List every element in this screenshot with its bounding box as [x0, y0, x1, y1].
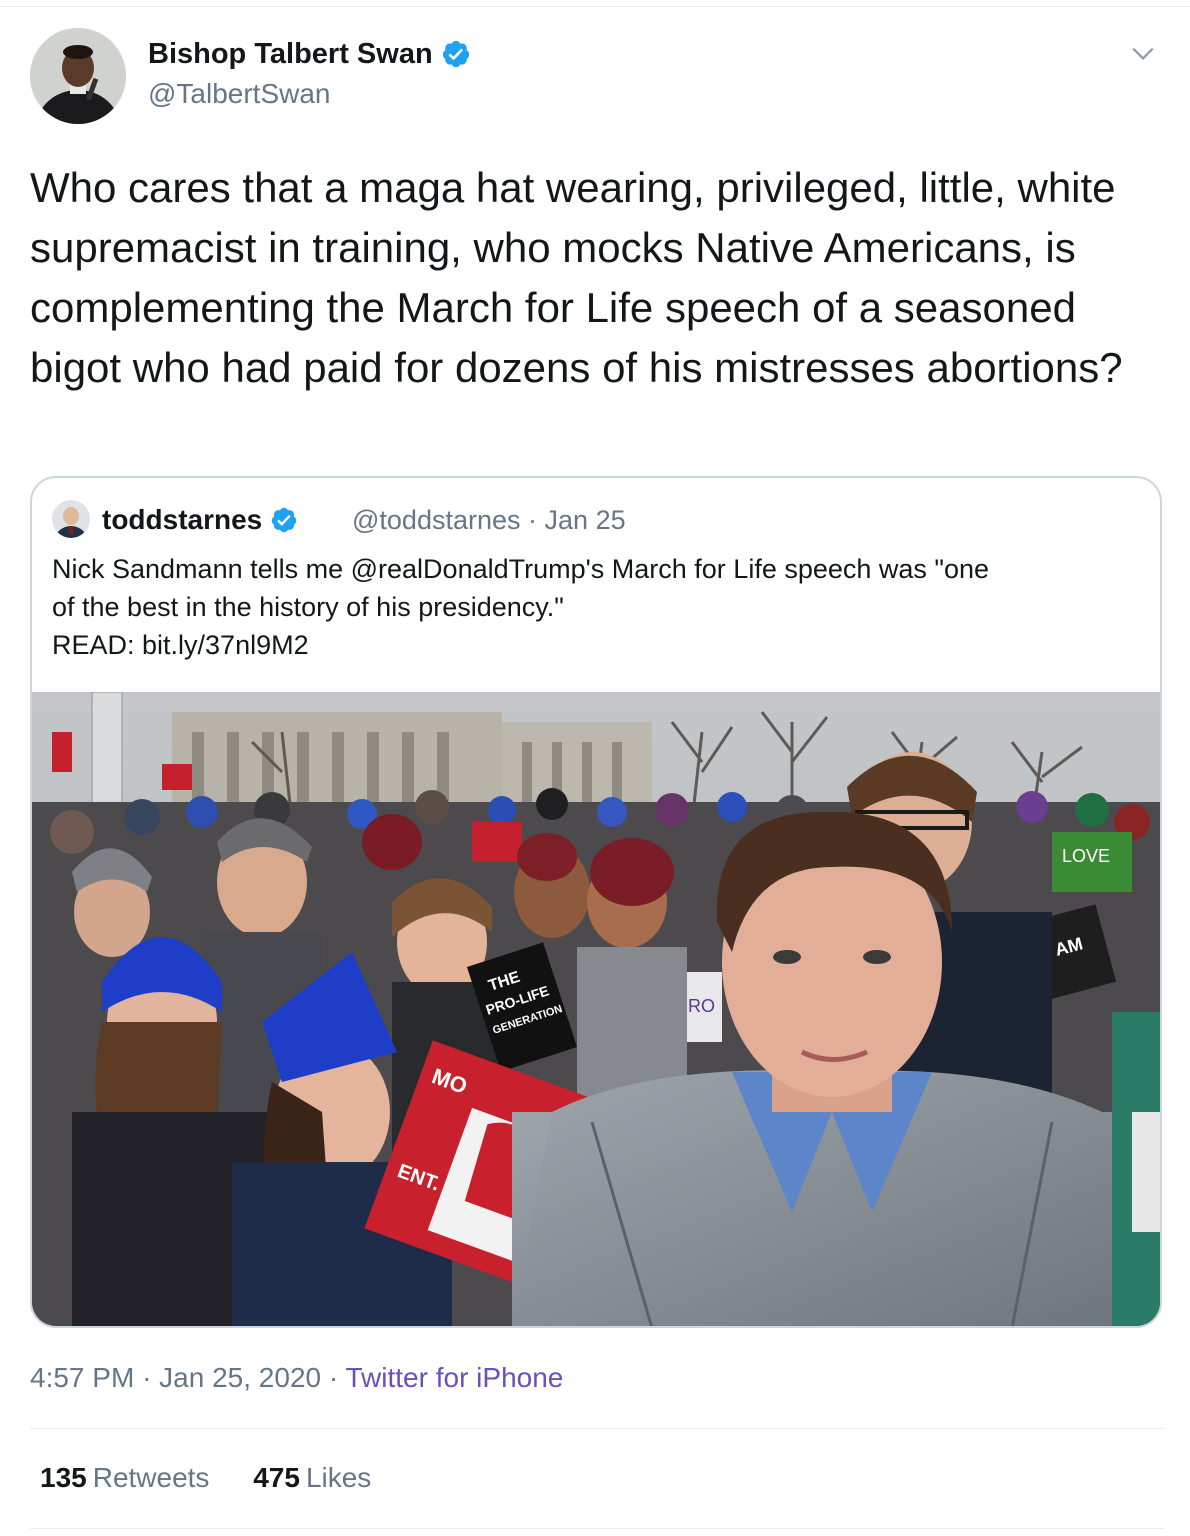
- chevron-down-icon[interactable]: [1130, 40, 1156, 66]
- time-separator: ·: [142, 1362, 152, 1393]
- tweet-timestamp: 4:57 PM · Jan 25, 2020 · Twitter for iPh…: [30, 1362, 563, 1394]
- tweet-text: Who cares that a maga hat wearing, privi…: [30, 164, 1123, 391]
- quoted-text-line: Nick Sandmann tells me @realDonaldTrump'…: [52, 554, 990, 584]
- tweet-source-link[interactable]: Twitter for iPhone: [345, 1362, 563, 1393]
- quoted-separator: ·: [528, 505, 538, 535]
- quoted-author-name-text: toddstarnes: [102, 504, 263, 535]
- quoted-meta: @toddstarnes · Jan 25: [352, 505, 626, 536]
- quoted-text-line: of the best in the history of his presid…: [52, 592, 564, 622]
- quoted-author-avatar: [52, 500, 90, 538]
- tweet-time[interactable]: 4:57 PM: [30, 1362, 134, 1393]
- quoted-tweet-photo[interactable]: LOVE I AM PRO THE PRO-LIFE GENERATION MO…: [32, 692, 1162, 1328]
- tweet-date[interactable]: Jan 25, 2020: [159, 1362, 321, 1393]
- likes-count: 475: [253, 1462, 300, 1493]
- retweets-count: 135: [40, 1462, 87, 1493]
- quoted-text-line: READ: bit.ly/37nl9M2: [52, 630, 309, 660]
- quoted-date: Jan 25: [544, 505, 626, 535]
- author-name-text: Bishop Talbert Swan: [148, 38, 433, 70]
- author-name[interactable]: Bishop Talbert Swan: [148, 38, 471, 71]
- retweets-label: Retweets: [92, 1462, 210, 1493]
- likes-stat[interactable]: 475 Likes: [253, 1462, 371, 1494]
- retweets-stat[interactable]: 135 Retweets: [40, 1462, 209, 1494]
- tweet-header: Bishop Talbert Swan @TalbertSwan: [30, 28, 1164, 128]
- photo-sign-text: LOVE: [1062, 846, 1110, 866]
- quoted-author-handle: @toddstarnes: [352, 505, 521, 535]
- author-avatar[interactable]: [30, 28, 126, 124]
- stats-bottom-divider: [30, 1528, 1164, 1529]
- tweet-stats: 135 Retweets 475 Likes: [40, 1462, 407, 1494]
- quoted-author-name: toddstarnes: [102, 504, 298, 536]
- verified-badge-icon: [442, 40, 469, 68]
- author-handle[interactable]: @TalbertSwan: [148, 78, 331, 110]
- top-divider: [0, 6, 1190, 7]
- likes-label: Likes: [305, 1462, 372, 1493]
- verified-badge-icon: [271, 507, 297, 533]
- quoted-tweet[interactable]: toddstarnes @toddstarnes · Jan 25 Nick S…: [30, 476, 1162, 1328]
- quoted-tweet-text: Nick Sandmann tells me @realDonaldTrump'…: [52, 550, 1142, 664]
- source-separator: ·: [328, 1362, 339, 1393]
- stats-top-divider: [30, 1428, 1164, 1429]
